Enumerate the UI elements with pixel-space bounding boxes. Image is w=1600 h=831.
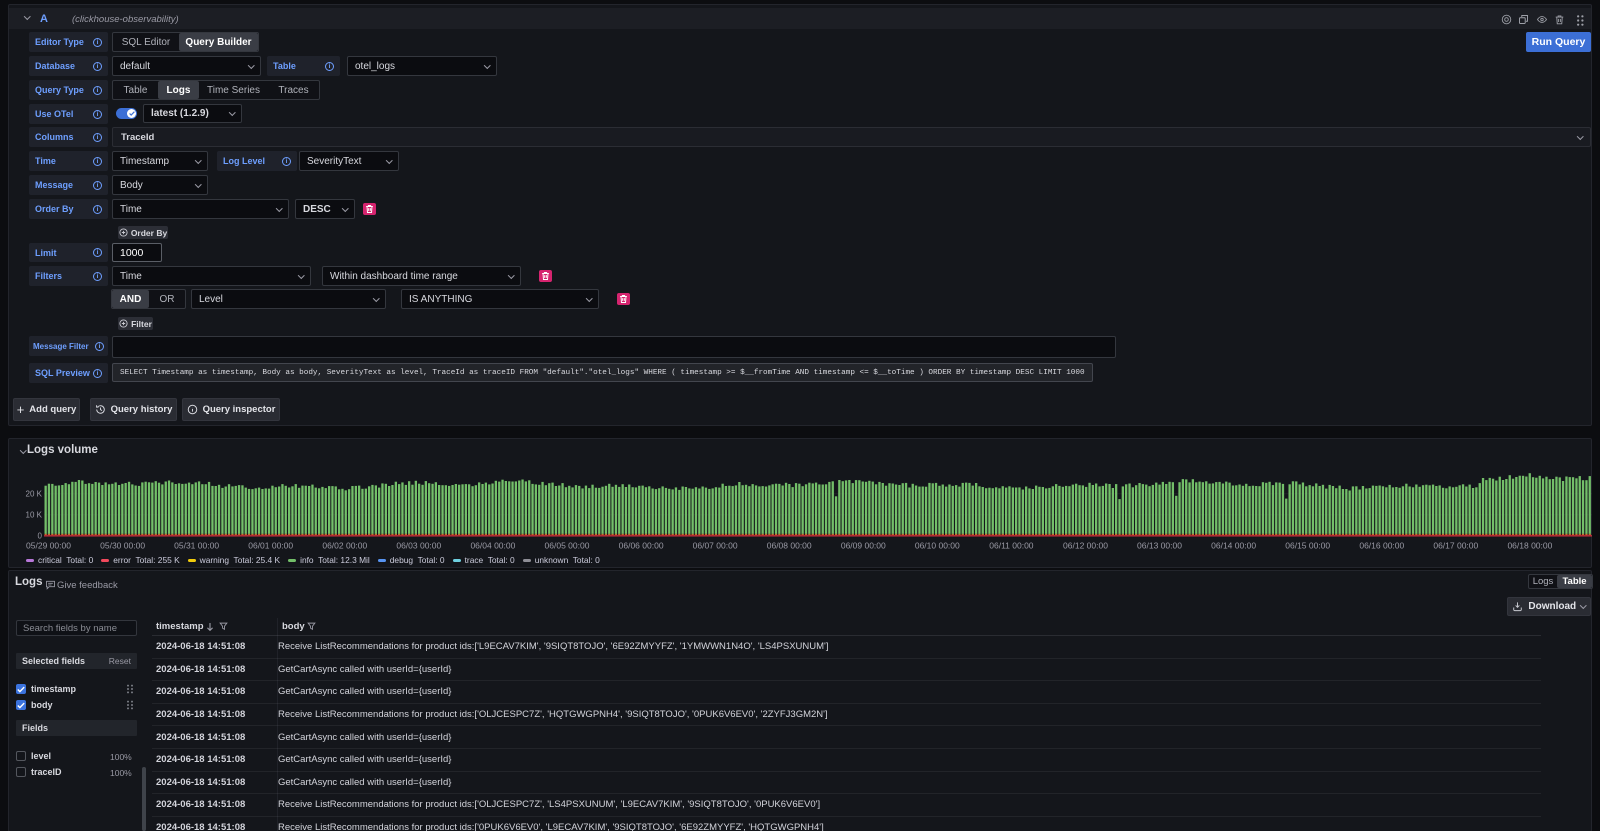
svg-text:06/18 00:00: 06/18 00:00 [1507, 541, 1552, 551]
svg-text:06/17 00:00: 06/17 00:00 [1433, 541, 1478, 551]
svg-text:06/15 00:00: 06/15 00:00 [1285, 541, 1330, 551]
svg-text:06/08 00:00: 06/08 00:00 [767, 541, 812, 551]
svg-text:06/12 00:00: 06/12 00:00 [1063, 541, 1108, 551]
svg-text:06/02 00:00: 06/02 00:00 [322, 541, 367, 551]
svg-text:05/29 00:00: 05/29 00:00 [26, 541, 71, 551]
svg-text:06/06 00:00: 06/06 00:00 [619, 541, 664, 551]
svg-text:06/11 00:00: 06/11 00:00 [989, 541, 1034, 551]
svg-text:06/07 00:00: 06/07 00:00 [693, 541, 738, 551]
svg-text:06/10 00:00: 06/10 00:00 [915, 541, 960, 551]
svg-text:06/03 00:00: 06/03 00:00 [396, 541, 441, 551]
svg-text:06/16 00:00: 06/16 00:00 [1359, 541, 1404, 551]
svg-text:20 K: 20 K [26, 490, 43, 499]
svg-text:05/30 00:00: 05/30 00:00 [100, 541, 145, 551]
svg-text:06/09 00:00: 06/09 00:00 [841, 541, 886, 551]
svg-text:06/04 00:00: 06/04 00:00 [470, 541, 515, 551]
svg-text:06/13 00:00: 06/13 00:00 [1137, 541, 1182, 551]
svg-text:10 K: 10 K [26, 511, 43, 520]
svg-text:06/14 00:00: 06/14 00:00 [1211, 541, 1256, 551]
svg-text:06/01 00:00: 06/01 00:00 [248, 541, 293, 551]
svg-text:0: 0 [38, 531, 43, 540]
svg-text:06/05 00:00: 06/05 00:00 [545, 541, 590, 551]
svg-text:05/31 00:00: 05/31 00:00 [174, 541, 219, 551]
